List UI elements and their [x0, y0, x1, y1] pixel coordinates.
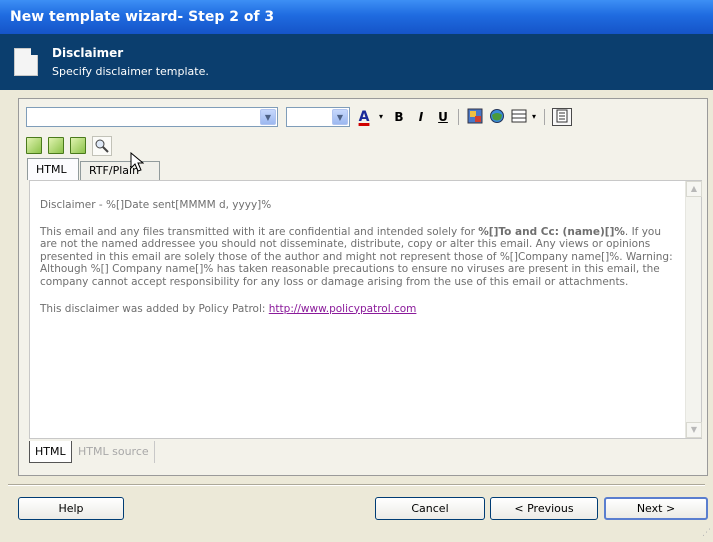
title-bar: New template wizard- Step 2 of 3	[0, 0, 713, 34]
chevron-down-icon[interactable]: ▼	[332, 109, 348, 125]
template-toolbar	[26, 133, 226, 157]
font-name-combo[interactable]: ▼	[26, 107, 278, 127]
button-divider	[8, 484, 705, 486]
previous-button[interactable]: < Previous	[490, 497, 598, 520]
chevron-down-icon[interactable]: ▼	[260, 109, 276, 125]
font-color-label: A	[358, 109, 370, 125]
tab-html-label: HTML	[36, 163, 67, 176]
view-tab-html-source[interactable]: HTML source	[73, 441, 155, 463]
wizard-window: New template wizard- Step 2 of 3 Disclai…	[0, 0, 713, 542]
toolbar-separator	[544, 109, 545, 125]
body-text-bold: %[]To and Cc: (name)[]%	[478, 225, 625, 238]
font-color-dropdown-icon[interactable]: ▾	[376, 108, 386, 126]
help-button[interactable]: Help	[18, 497, 124, 520]
italic-label: I	[418, 110, 424, 124]
pointer-cursor-icon	[130, 152, 144, 172]
disclaimer-line: Disclaimer - %[]Date sent[MMMM d, yyyy]%	[40, 199, 272, 211]
page-icon	[556, 109, 568, 123]
save-template-icon[interactable]	[70, 137, 86, 154]
document-icon	[14, 48, 38, 76]
header-title: Disclaimer	[52, 46, 124, 60]
bold-button[interactable]: B	[390, 108, 408, 126]
body-text-a: This email and any files transmitted wit…	[40, 225, 479, 238]
find-button[interactable]	[92, 136, 112, 156]
cancel-button[interactable]: Cancel	[375, 497, 485, 520]
table-dropdown-icon[interactable]: ▾	[529, 108, 539, 126]
new-template-icon[interactable]	[26, 137, 42, 154]
window-title: New template wizard- Step 2 of 3	[10, 9, 275, 25]
wizard-header: Disclaimer Specify disclaimer template.	[0, 34, 713, 90]
insert-web-button[interactable]	[488, 108, 506, 126]
magnifier-icon	[95, 139, 109, 153]
open-template-icon[interactable]	[48, 137, 64, 154]
view-tab-html-label: HTML	[35, 445, 66, 458]
image-icon	[467, 108, 483, 124]
insert-table-button[interactable]	[510, 108, 528, 126]
format-toolbar: ▼ ▼ A ▾ B I U ▾	[26, 104, 696, 130]
editor-frame: ▼ ▼ A ▾ B I U ▾ HTML RTF/Plain Disclaime…	[18, 98, 708, 476]
bold-label: B	[394, 110, 404, 124]
view-tab-source-label: HTML source	[78, 445, 149, 458]
next-button[interactable]: Next >	[604, 497, 708, 520]
html-editor[interactable]: Disclaimer - %[]Date sent[MMMM d, yyyy]%…	[29, 180, 702, 439]
italic-button[interactable]: I	[412, 108, 430, 126]
page-properties-button[interactable]	[552, 108, 572, 126]
toolbar-separator	[458, 109, 459, 125]
view-tabs: HTML HTML source	[29, 441, 702, 465]
font-size-combo[interactable]: ▼	[286, 107, 350, 127]
insert-image-button[interactable]	[466, 108, 484, 126]
disclaimer-text[interactable]: Disclaimer - %[]Date sent[MMMM d, yyyy]%…	[40, 199, 680, 329]
font-color-button[interactable]: A	[354, 108, 374, 126]
policypatrol-link[interactable]: http://www.policypatrol.com	[269, 303, 417, 315]
table-icon	[511, 109, 527, 123]
tab-html[interactable]: HTML	[27, 158, 79, 180]
format-tabs: HTML RTF/Plain	[27, 158, 707, 180]
resize-grip-icon[interactable]: ⋰	[702, 528, 711, 538]
underline-button[interactable]: U	[434, 108, 452, 126]
content-area: ▼ ▼ A ▾ B I U ▾ HTML RTF/Plain Disclaime…	[0, 90, 713, 482]
vertical-scrollbar[interactable]: ▲ ▼	[685, 181, 702, 438]
globe-icon	[490, 109, 504, 123]
tab-rtf-plain[interactable]: RTF/Plain	[80, 161, 160, 180]
footer-text: This disclaimer was added by Policy Patr…	[40, 302, 269, 315]
header-subtitle: Specify disclaimer template.	[52, 65, 209, 78]
scroll-down-icon[interactable]: ▼	[686, 422, 702, 438]
disclaimer-body: This email and any files transmitted wit…	[40, 226, 680, 289]
view-tab-html[interactable]: HTML	[29, 441, 72, 463]
disclaimer-footer: This disclaimer was added by Policy Patr…	[40, 303, 680, 316]
underline-label: U	[438, 110, 448, 124]
scroll-up-icon[interactable]: ▲	[686, 181, 702, 197]
